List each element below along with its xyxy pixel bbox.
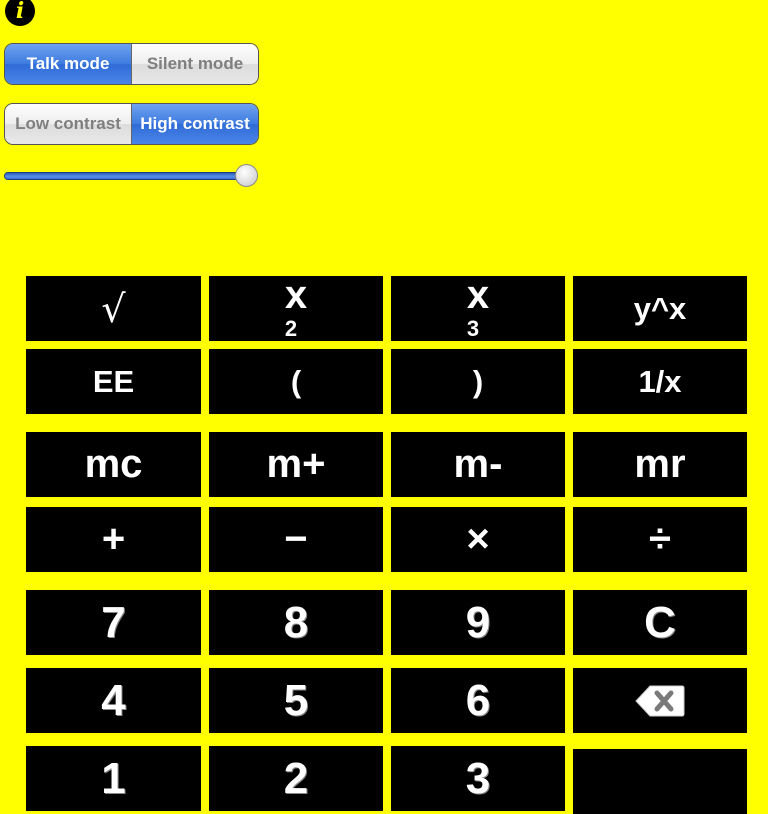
volume-slider[interactable] [4, 164, 258, 187]
digit-5-key[interactable]: 5 [209, 668, 383, 733]
key-label: 9 [465, 597, 491, 647]
digit-9-key[interactable]: 9 [391, 590, 565, 655]
key-label: 6 [465, 675, 491, 725]
close-paren-key[interactable]: ) [391, 349, 565, 414]
backspace-key[interactable] [573, 668, 747, 733]
memory-clear-key[interactable]: mc [26, 432, 201, 497]
key-label: m+ [266, 442, 326, 486]
high-contrast-segment[interactable]: High contrast [132, 104, 258, 144]
square-key[interactable]: x2 [209, 273, 383, 341]
memory-add-key[interactable]: m+ [209, 432, 383, 497]
talk-mode-segment[interactable]: Talk mode [5, 44, 132, 84]
add-key[interactable]: + [26, 507, 201, 572]
mode-segmented-control: Talk mode Silent mode [4, 43, 259, 85]
key-label: x3 [466, 273, 490, 341]
key-label: − [284, 517, 308, 561]
multiply-key[interactable]: × [391, 507, 565, 572]
key-label: ÷ [649, 517, 671, 561]
digit-6-key[interactable]: 6 [391, 668, 565, 733]
silent-mode-segment[interactable]: Silent mode [132, 44, 258, 84]
equals-key[interactable] [573, 749, 747, 814]
divide-key[interactable]: ÷ [573, 507, 747, 572]
digit-7-key[interactable]: 7 [26, 590, 201, 655]
info-button[interactable]: i [5, 0, 35, 26]
key-label: mc [84, 442, 143, 486]
key-label: 8 [283, 597, 309, 647]
key-label: 3 [465, 753, 491, 803]
clear-key[interactable]: C [573, 590, 747, 655]
key-label: EE [92, 363, 135, 399]
key-label: × [466, 517, 490, 561]
digit-3-key[interactable]: 3 [391, 746, 565, 811]
key-label: + [101, 517, 126, 561]
key-label: m- [453, 442, 503, 486]
power-key[interactable]: y^x [573, 276, 747, 341]
slider-track[interactable] [4, 172, 247, 180]
key-label: ( [290, 363, 302, 399]
digit-8-key[interactable]: 8 [209, 590, 383, 655]
key-label: ) [472, 363, 484, 399]
key-label: 1 [101, 753, 126, 803]
key-label: y^x [633, 290, 687, 326]
reciprocal-key[interactable]: 1/x [573, 349, 747, 414]
key-label: √ [101, 286, 126, 331]
digit-1-key[interactable]: 1 [26, 746, 201, 811]
key-label: 5 [283, 675, 309, 725]
key-label: 1/x [638, 363, 682, 399]
ee-key[interactable]: EE [26, 349, 201, 414]
memory-subtract-key[interactable]: m- [391, 432, 565, 497]
memory-recall-key[interactable]: mr [573, 432, 747, 497]
square-root-key[interactable]: √ [26, 276, 201, 341]
key-label: 2 [283, 753, 309, 803]
low-contrast-segment[interactable]: Low contrast [5, 104, 132, 144]
digit-4-key[interactable]: 4 [26, 668, 201, 733]
key-label: 4 [101, 675, 126, 725]
contrast-segmented-control: Low contrast High contrast [4, 103, 259, 145]
key-label: C [644, 597, 676, 647]
slider-thumb[interactable] [235, 164, 258, 187]
open-paren-key[interactable]: ( [209, 349, 383, 414]
info-icon: i [15, 0, 25, 24]
cube-key[interactable]: x3 [391, 273, 565, 341]
key-label: x2 [284, 273, 308, 341]
digit-2-key[interactable]: 2 [209, 746, 383, 811]
key-label: mr [634, 442, 686, 486]
subtract-key[interactable]: − [209, 507, 383, 572]
backspace-icon [634, 684, 686, 718]
key-label: 7 [101, 597, 126, 647]
